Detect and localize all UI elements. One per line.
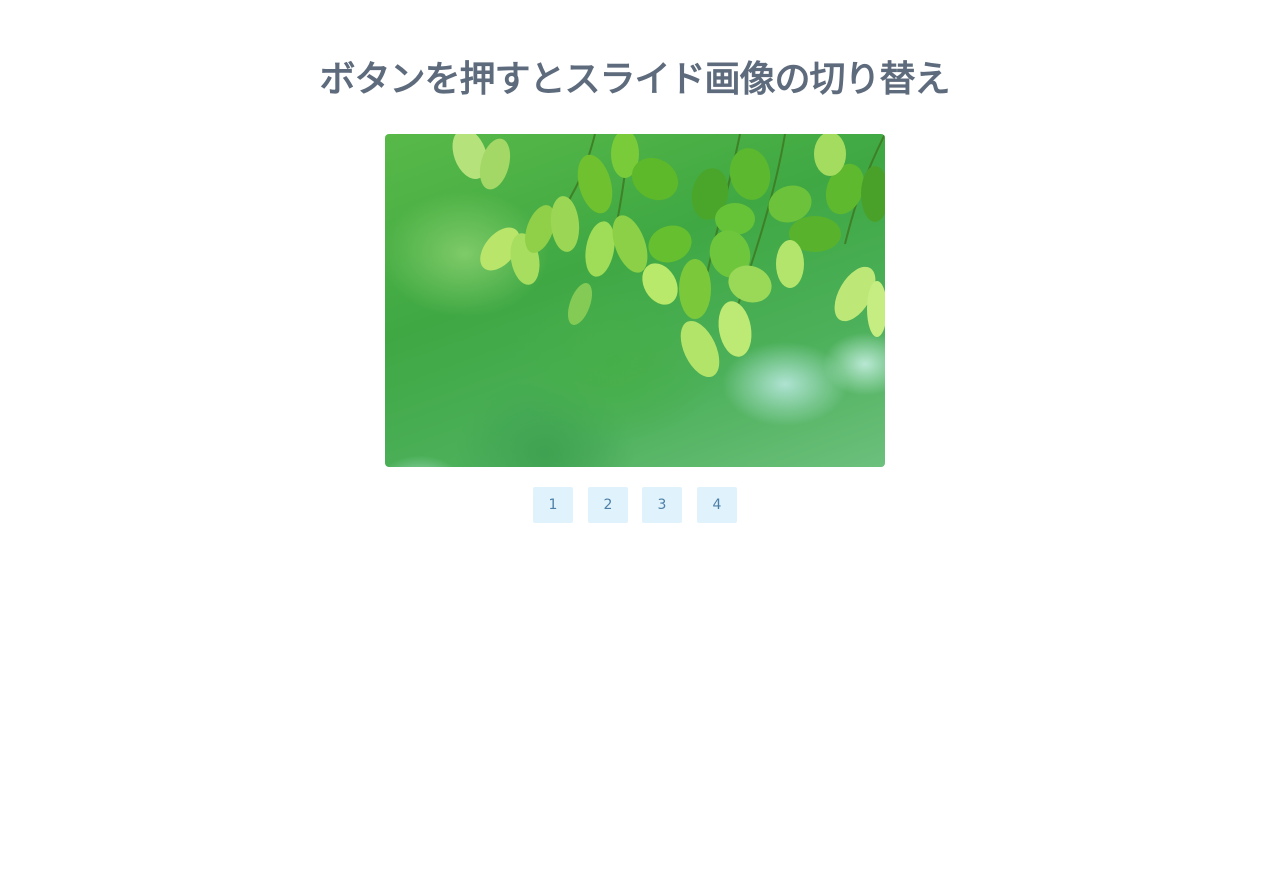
slide-image-frame xyxy=(385,134,885,467)
slide-image xyxy=(385,134,885,467)
slide-button-4[interactable]: 4 xyxy=(697,487,737,523)
slide-button-1[interactable]: 1 xyxy=(533,487,573,523)
slide-button-2[interactable]: 2 xyxy=(588,487,628,523)
green-leaves-image xyxy=(452,134,885,378)
page-title: ボタンを押すとスライド画像の切り替え xyxy=(319,59,950,100)
slide-button-3[interactable]: 3 xyxy=(642,487,682,523)
